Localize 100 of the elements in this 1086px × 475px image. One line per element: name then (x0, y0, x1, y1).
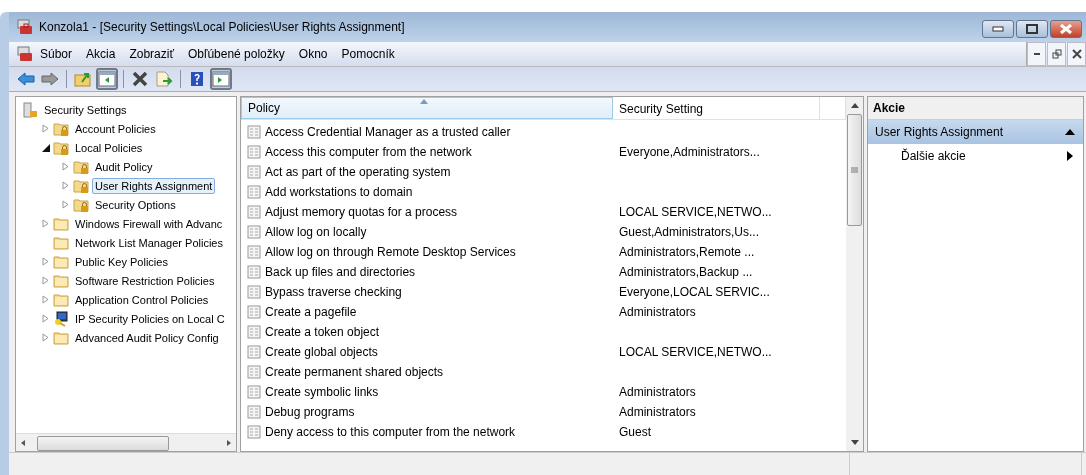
policy-name: Add workstations to domain (265, 185, 413, 199)
collapse-arrow-icon[interactable] (1065, 129, 1075, 135)
toolbox-icon (17, 46, 33, 62)
tree-item[interactable]: IP Security Policies on Local C (72, 310, 228, 327)
tree-item[interactable]: User Rights Assignment (92, 177, 216, 194)
expand-arrow-icon[interactable] (62, 181, 70, 190)
policy-name: Deny access to this computer from the network (265, 425, 516, 439)
tree-item[interactable]: Security Options (92, 196, 179, 213)
pane-icon (98, 71, 116, 87)
delete-icon (131, 71, 149, 87)
action-pane-button[interactable] (210, 68, 232, 90)
policy-name: Act as part of the operating system (265, 165, 451, 179)
policy-icon (247, 145, 261, 159)
export-icon (155, 71, 173, 87)
close-button[interactable] (1067, 42, 1086, 66)
policy-icon (247, 185, 261, 199)
scroll-down-icon[interactable] (850, 440, 859, 445)
policy-icon (247, 345, 261, 359)
folder-icon (53, 234, 69, 251)
tree-item[interactable]: Windows Firewall with Advanc (72, 215, 226, 232)
action-link[interactable]: Ďalšie akcie (901, 149, 966, 163)
policy-icon (247, 225, 261, 239)
tree-item[interactable]: Software Restriction Policies (72, 272, 218, 289)
tree-item[interactable]: Security Settings (41, 101, 130, 118)
tree-item[interactable]: Network List Manager Policies (72, 234, 226, 251)
folder-icon (53, 253, 69, 270)
policy-icon (247, 425, 261, 439)
policy-name: Create a pagefile (265, 305, 357, 319)
folder-icon (53, 215, 69, 232)
expand-arrow-icon[interactable] (42, 219, 50, 228)
tree-item[interactable]: Application Control Policies (72, 291, 212, 308)
tree-toggle-button[interactable] (96, 68, 118, 90)
scroll-up-icon[interactable] (850, 103, 859, 108)
policy-name: Bypass traverse checking (265, 285, 402, 299)
menu-item[interactable]: Súbor (33, 47, 80, 61)
actions-title: Akcie (868, 97, 1083, 120)
restore-button[interactable] (1047, 42, 1066, 66)
policy-name: Debug programs (265, 405, 355, 419)
back-arrow-icon (17, 71, 35, 87)
forward-arrow-icon (41, 71, 59, 87)
column-header[interactable]: Policy (241, 97, 613, 119)
menu-item[interactable]: Akcia (79, 47, 123, 61)
minimize-button[interactable] (1027, 42, 1046, 66)
export-button[interactable] (153, 68, 175, 90)
tree-item[interactable]: Local Policies (72, 139, 146, 156)
policy-name: Allow log on locally (265, 225, 367, 239)
expand-arrow-icon[interactable] (42, 124, 50, 133)
scroll-left-icon[interactable] (20, 438, 26, 447)
expand-arrow-icon[interactable] (42, 295, 50, 304)
expand-arrow-icon[interactable] (62, 162, 70, 171)
tree-item[interactable]: Account Policies (72, 120, 159, 137)
security-setting: Administrators (619, 305, 696, 319)
minimize-button[interactable] (982, 20, 1014, 38)
expand-arrow-icon[interactable] (42, 257, 50, 266)
security-setting: Administrators (619, 405, 696, 419)
policy-icon (247, 305, 261, 319)
help-icon (188, 71, 206, 87)
server-lock-icon (22, 101, 38, 118)
collapse-arrow-icon[interactable] (42, 143, 50, 152)
menu-item[interactable]: Obľúbené položky (180, 47, 292, 61)
locked-folder-icon (53, 120, 69, 137)
menu-item[interactable]: Pomocník (334, 47, 402, 61)
locked-folder-icon (53, 139, 69, 156)
security-setting: Guest,Administrators,Us... (619, 225, 760, 239)
policy-name: Allow log on through Remote Desktop Services (265, 245, 516, 259)
policy-name: Create permanent shared objects (265, 365, 444, 379)
action-section-header[interactable]: User Rights Assignment (868, 120, 1083, 144)
policy-icon (247, 285, 261, 299)
policy-icon (247, 265, 261, 279)
policy-name: Adjust memory quotas for a process (265, 205, 458, 219)
locked-folder-icon (73, 196, 89, 213)
grip-icon[interactable] (851, 167, 858, 173)
sort-arrow-icon (420, 99, 428, 104)
maximize-icon (1026, 24, 1038, 34)
toolbox-icon (17, 19, 33, 35)
tree-item[interactable]: Public Key Policies (72, 253, 171, 270)
menu-item[interactable]: Okno (291, 47, 335, 61)
horizontal-scrollbar[interactable] (16, 433, 236, 451)
expand-arrow-icon[interactable] (42, 333, 50, 342)
expand-arrow-icon[interactable] (62, 200, 70, 209)
expand-arrow-icon[interactable] (42, 314, 50, 323)
tree-item[interactable]: Audit Policy (92, 158, 156, 175)
minimize-icon (1032, 52, 1041, 56)
locked-folder-icon (73, 158, 89, 175)
close-button[interactable] (1050, 20, 1082, 38)
maximize-button[interactable] (1016, 20, 1048, 38)
folder-icon (53, 329, 69, 346)
scroll-right-icon[interactable] (226, 438, 232, 447)
close-icon (1059, 24, 1073, 34)
policy-icon (247, 165, 261, 179)
policy-name: Access Credential Manager as a trusted caller (265, 125, 511, 139)
expand-arrow-icon[interactable] (42, 276, 50, 285)
menu-item[interactable]: Zobraziť (122, 47, 181, 61)
vertical-scrollbar[interactable] (846, 97, 863, 451)
security-setting: Everyone,Administrators... (619, 145, 760, 159)
window-title: Konzola1 - [Security Settings\Local Policies\User Rights Assignment] (39, 20, 405, 34)
folder-icon (53, 272, 69, 289)
close-icon (1071, 49, 1082, 59)
folder-icon (53, 291, 69, 308)
tree-item[interactable]: Advanced Audit Policy Config (72, 329, 222, 346)
